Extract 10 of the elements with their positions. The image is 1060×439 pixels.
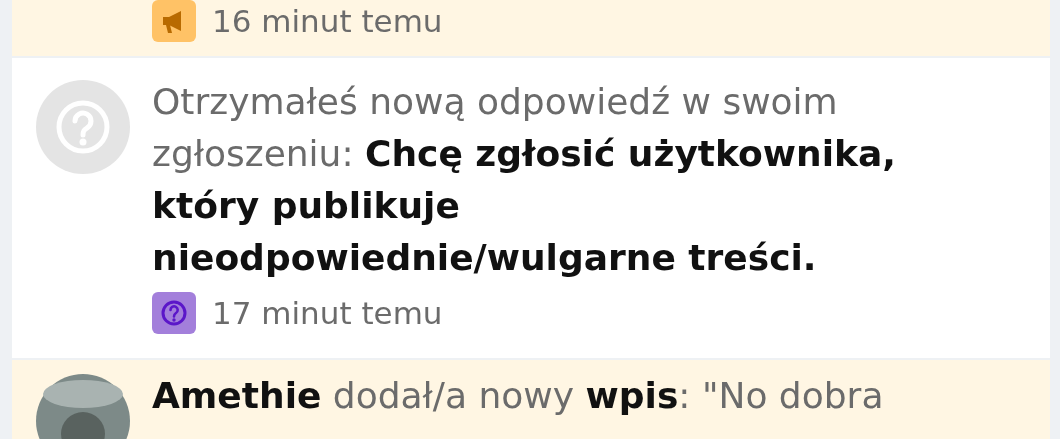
notification-text: Otrzymałeś nową odpowiedź w swoim zgłoszeniu: Chcę zgłosić użytkownika, który publikuje nieodpowiednie/wulgarne treści.: [152, 80, 897, 280]
notification-card[interactable]: 16 minut temu: [12, 0, 1050, 56]
timestamp: 16 minut temu: [212, 3, 443, 39]
question-avatar-icon: [36, 80, 130, 174]
notification-card[interactable]: Otrzymałeś nową odpowiedź w swoim zgłoszeniu: Chcę zgłosić użytkownika, który publikuje nieodpowiednie/wulgarne treści. 17 minut temu: [12, 58, 1050, 358]
notification-card[interactable]: Amethie dodał/a nowy wpis: "No dobra: [12, 360, 1050, 439]
question-icon: [152, 292, 196, 334]
megaphone-icon: [152, 0, 196, 42]
notification-text: Amethie dodał/a nowy wpis: "No dobra: [152, 374, 885, 418]
timestamp: 17 minut temu: [212, 295, 443, 331]
